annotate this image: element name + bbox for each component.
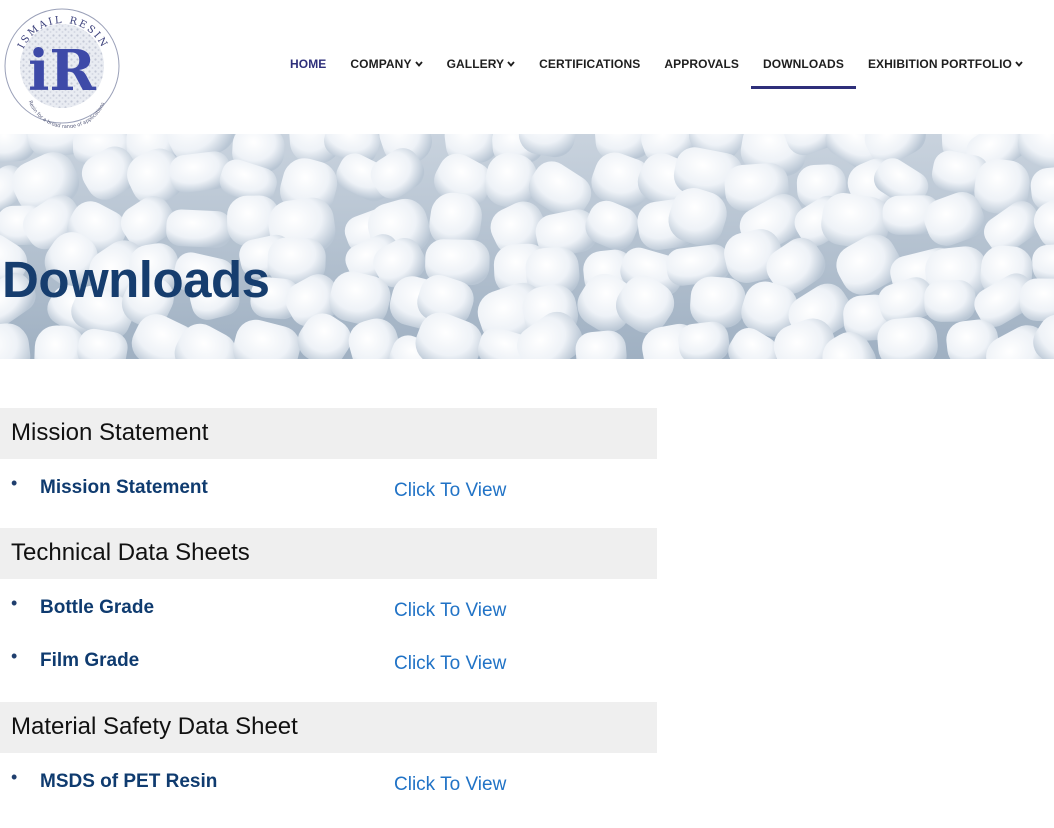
resin-pellet xyxy=(924,280,976,322)
main-nav: HOME COMPANY GALLERY CERTIFICATIONS APPR… xyxy=(278,50,1035,90)
ismail-resin-logo[interactable]: ISMAIL RESIN iR Resin for a broad range … xyxy=(4,4,122,130)
nav-certifications[interactable]: CERTIFICATIONS xyxy=(527,50,652,89)
chevron-down-icon xyxy=(414,59,423,69)
section-heading-technical-data-sheets: Technical Data Sheets xyxy=(0,528,657,579)
logo-emblem: ISMAIL RESIN iR Resin for a broad range … xyxy=(4,8,120,130)
list-item: • MSDS of PET Resin Click To View xyxy=(0,753,657,806)
click-to-view-link[interactable]: Click To View xyxy=(394,653,506,675)
list-item: • Bottle Grade Click To View xyxy=(0,579,657,632)
bullet-icon: • xyxy=(11,473,18,493)
section-heading-material-safety-data-sheet: Material Safety Data Sheet xyxy=(0,702,657,753)
nav-gallery-label: GALLERY xyxy=(446,57,505,71)
bullet-icon: • xyxy=(11,593,18,613)
chevron-down-icon xyxy=(1015,59,1023,69)
click-to-view-link[interactable]: Click To View xyxy=(394,774,506,796)
list-item: • Mission Statement Click To View xyxy=(0,459,657,528)
chevron-down-icon xyxy=(507,59,515,69)
hero-banner: Downloads xyxy=(0,134,1054,359)
resin-pellet xyxy=(166,209,232,248)
nav-company[interactable]: COMPANY xyxy=(338,50,434,89)
document-name: Bottle Grade xyxy=(40,597,155,618)
nav-home[interactable]: HOME xyxy=(278,50,338,89)
document-name: Film Grade xyxy=(40,650,140,671)
click-to-view-link[interactable]: Click To View xyxy=(394,480,506,502)
page-title: Downloads xyxy=(2,251,270,308)
nav-home-label: HOME xyxy=(290,57,327,71)
bullet-icon: • xyxy=(11,767,18,787)
nav-approvals-label: APPROVALS xyxy=(664,57,740,71)
nav-certifications-label: CERTIFICATIONS xyxy=(539,57,641,71)
click-to-view-link[interactable]: Click To View xyxy=(394,600,506,622)
nav-approvals[interactable]: APPROVALS xyxy=(652,50,751,89)
downloads-list: Mission Statement • Mission Statement Cl… xyxy=(0,408,657,806)
bullet-icon: • xyxy=(11,646,18,666)
nav-gallery[interactable]: GALLERY xyxy=(435,50,528,89)
nav-company-label: COMPANY xyxy=(350,57,412,71)
list-item: • Film Grade Click To View xyxy=(0,632,657,685)
resin-pellet xyxy=(690,276,746,328)
resin-pellets-image xyxy=(0,134,1054,359)
resin-pellet xyxy=(1019,278,1054,322)
section-heading-mission-statement: Mission Statement xyxy=(0,408,657,459)
nav-exhibition-portfolio-label: EXHIBITION PORTFOLIO xyxy=(867,57,1012,71)
document-name: Mission Statement xyxy=(40,477,208,498)
nav-exhibition-portfolio[interactable]: EXHIBITION PORTFOLIO xyxy=(856,50,1035,89)
svg-text:iR: iR xyxy=(28,38,96,104)
document-name: MSDS of PET Resin xyxy=(40,771,218,792)
site-header: ISMAIL RESIN iR Resin for a broad range … xyxy=(0,0,1054,134)
nav-downloads[interactable]: DOWNLOADS xyxy=(751,50,856,89)
nav-downloads-label: DOWNLOADS xyxy=(763,57,844,71)
